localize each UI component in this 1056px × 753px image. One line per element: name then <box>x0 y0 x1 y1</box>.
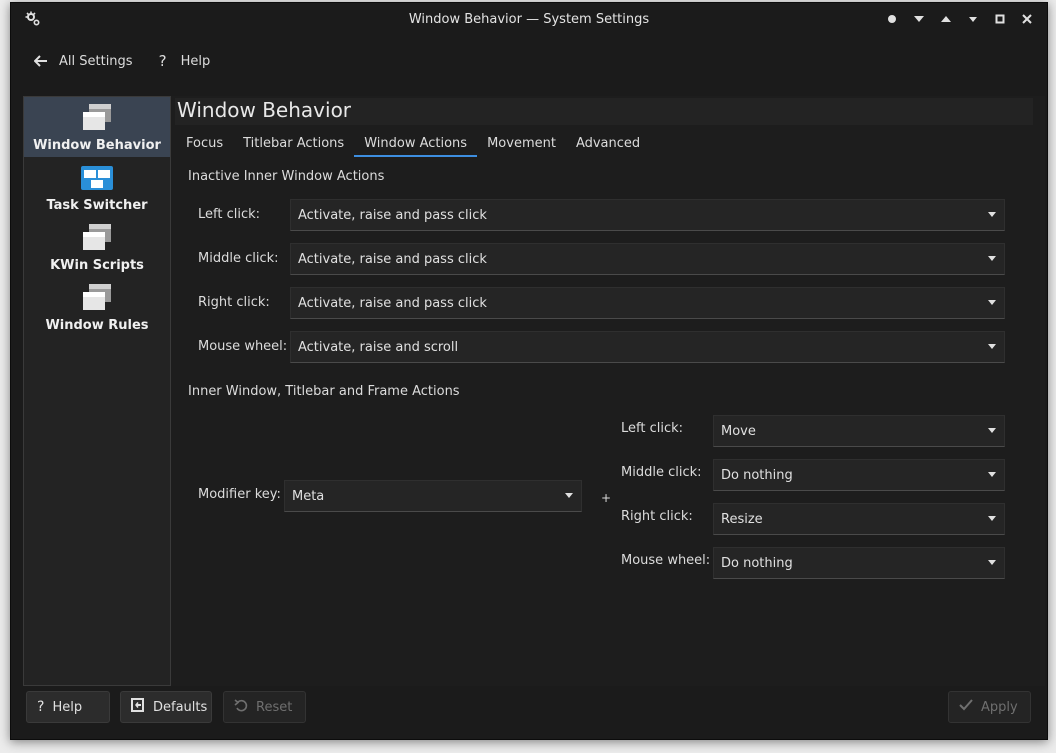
tab-movement[interactable]: Movement <box>477 131 566 157</box>
content-area <box>23 96 1045 686</box>
window-title: Window Behavior — System Settings <box>408 11 650 27</box>
back-arrow-icon <box>33 53 49 69</box>
sidebar-item-label: Window Behavior <box>33 138 161 153</box>
maximize-icon[interactable] <box>992 11 1008 27</box>
combo-value: Activate, raise and pass click <box>298 295 487 311</box>
reset-label: Reset <box>256 699 293 715</box>
inactive-middle-click-label: Middle click: <box>198 251 279 266</box>
window-controls <box>884 3 1035 35</box>
sidebar-item-task-switcher[interactable]: Task Switcher <box>24 157 170 217</box>
chevron-down-icon <box>988 428 996 433</box>
inactive-mouse-wheel-label: Mouse wheel: <box>198 339 288 354</box>
apply-button[interactable]: Apply <box>948 691 1031 723</box>
sidebar-item-window-rules[interactable]: Window Rules <box>24 277 170 337</box>
inactive-left-click-label: Left click: <box>198 207 261 222</box>
inner-middle-click-label: Middle click: <box>621 465 702 480</box>
question-mark-icon: ? <box>158 52 167 70</box>
inactive-section-heading: Inactive Inner Window Actions <box>188 169 385 184</box>
inactive-right-click-combo[interactable]: Activate, raise and pass click <box>290 287 1005 319</box>
task-switcher-icon <box>81 162 113 194</box>
sidebar: Window Behavior Task Switcher KWin Scrip… <box>23 96 171 686</box>
inner-left-click-label: Left click: <box>621 421 684 436</box>
defaults-icon <box>131 698 145 716</box>
sidebar-item-window-behavior[interactable]: Window Behavior <box>24 97 170 157</box>
inner-section-heading: Inner Window, Titlebar and Frame Actions <box>188 384 460 399</box>
chevron-down-icon <box>988 344 996 349</box>
tab-window-actions[interactable]: Window Actions <box>354 131 478 157</box>
titlebar[interactable]: Window Behavior — System Settings <box>11 3 1047 35</box>
inner-middle-click-combo[interactable]: Do nothing <box>713 459 1005 491</box>
checkmark-icon <box>959 699 973 715</box>
tab-focus[interactable]: Focus <box>176 131 233 157</box>
window-behavior-icon <box>81 102 113 134</box>
chevron-down-icon <box>988 516 996 521</box>
inner-right-click-combo[interactable]: Resize <box>713 503 1005 535</box>
header-help-label: Help <box>180 53 211 69</box>
plus-sign: + <box>601 491 612 505</box>
inner-left-click-combo[interactable]: Move <box>713 415 1005 447</box>
defaults-button[interactable]: Defaults <box>120 691 212 723</box>
footer-help-label: Help <box>52 699 83 715</box>
close-icon[interactable] <box>1019 11 1035 27</box>
sidebar-item-kwin-scripts[interactable]: KWin Scripts <box>24 217 170 277</box>
app-gear-icon[interactable] <box>25 11 41 27</box>
chevron-down-icon <box>988 256 996 261</box>
combo-value: Meta <box>292 488 325 504</box>
keep-on-all-desktops-icon[interactable] <box>884 11 900 27</box>
kwin-scripts-icon <box>81 222 113 254</box>
question-mark-icon: ? <box>37 699 45 715</box>
keep-below-icon[interactable] <box>911 11 927 27</box>
modifier-key-label: Modifier key: <box>198 487 281 502</box>
apply-label: Apply <box>981 699 1018 715</box>
inactive-left-click-combo[interactable]: Activate, raise and pass click <box>290 199 1005 231</box>
inner-mouse-wheel-combo[interactable]: Do nothing <box>713 547 1005 579</box>
keep-above-icon[interactable] <box>938 11 954 27</box>
tab-titlebar-actions[interactable]: Titlebar Actions <box>233 131 354 157</box>
sidebar-item-label: Task Switcher <box>46 198 148 213</box>
chevron-down-icon <box>988 212 996 217</box>
combo-value: Move <box>721 423 756 439</box>
combo-value: Resize <box>721 511 763 527</box>
inactive-right-click-label: Right click: <box>198 295 270 310</box>
minimize-icon[interactable] <box>965 11 981 27</box>
all-settings-button[interactable]: All Settings <box>25 46 141 76</box>
chevron-down-icon <box>988 560 996 565</box>
all-settings-label: All Settings <box>59 53 133 69</box>
page-title: Window Behavior <box>177 98 352 122</box>
reset-button[interactable]: Reset <box>223 691 306 723</box>
chevron-down-icon <box>565 493 573 498</box>
tab-advanced[interactable]: Advanced <box>566 131 650 157</box>
chevron-down-icon <box>988 472 996 477</box>
modifier-key-combo[interactable]: Meta <box>284 480 582 512</box>
footer-help-button[interactable]: ? Help <box>26 691 110 723</box>
sidebar-item-label: Window Rules <box>45 318 149 333</box>
tab-bar: Focus Titlebar Actions Window Actions Mo… <box>176 131 650 157</box>
defaults-label: Defaults <box>153 699 208 715</box>
combo-value: Activate, raise and pass click <box>298 251 487 267</box>
inactive-middle-click-combo[interactable]: Activate, raise and pass click <box>290 243 1005 275</box>
sidebar-item-label: KWin Scripts <box>50 258 144 273</box>
inner-mouse-wheel-label: Mouse wheel: <box>621 553 711 568</box>
combo-value: Do nothing <box>721 467 793 483</box>
header-toolbar: All Settings ? Help <box>11 35 1047 87</box>
inner-right-click-label: Right click: <box>621 509 693 524</box>
system-settings-window: Window Behavior — System Settings All Se… <box>10 2 1048 740</box>
combo-value: Do nothing <box>721 555 793 571</box>
combo-value: Activate, raise and scroll <box>298 339 459 355</box>
window-rules-icon <box>81 282 113 314</box>
combo-value: Activate, raise and pass click <box>298 207 487 223</box>
undo-icon <box>234 698 248 716</box>
inactive-mouse-wheel-combo[interactable]: Activate, raise and scroll <box>290 331 1005 363</box>
chevron-down-icon <box>988 300 996 305</box>
header-help-button[interactable]: ? Help <box>147 46 219 76</box>
